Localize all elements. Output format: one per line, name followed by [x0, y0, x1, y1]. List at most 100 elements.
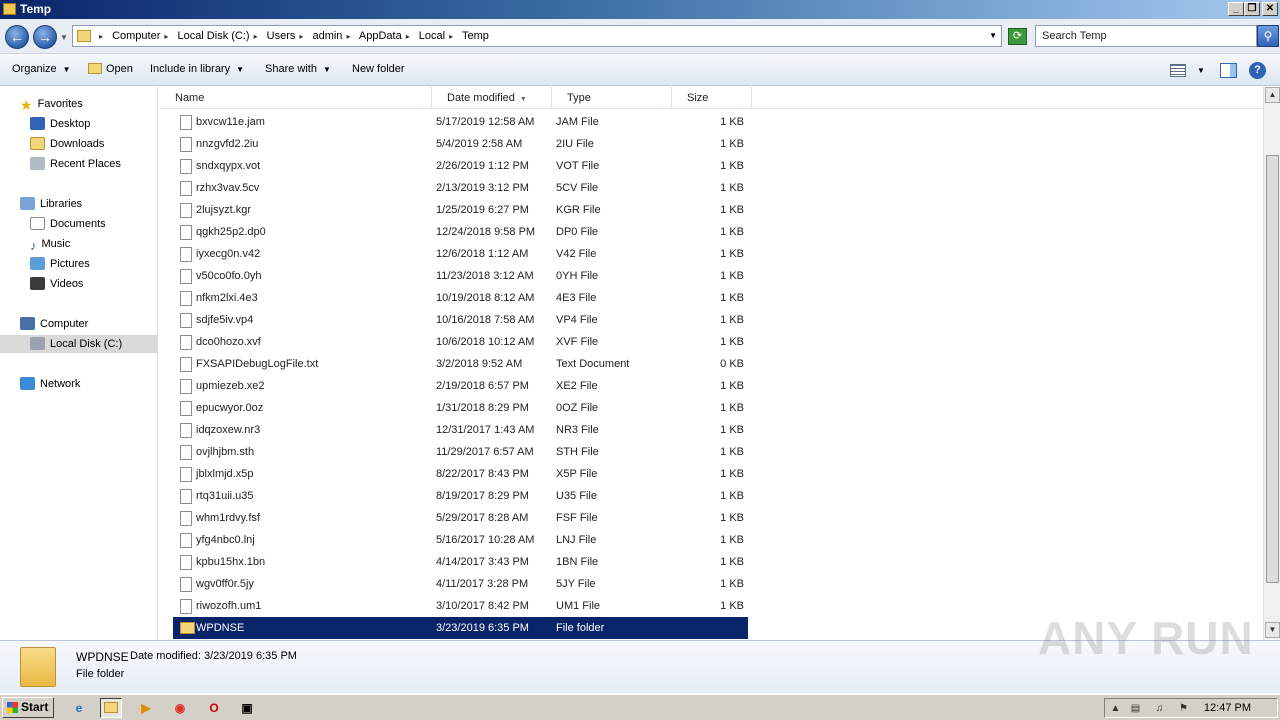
new-folder-button[interactable]: New folder — [352, 63, 405, 75]
breadcrumb-local-disk[interactable]: Local Disk (C:) — [177, 30, 249, 42]
column-label: Date modified — [447, 92, 515, 104]
file-row[interactable]: sdjfe5iv.vp4 10/16/2018 7:58 AM VP4 File 1 … — [173, 309, 748, 331]
program-icon[interactable]: ▣ — [236, 698, 258, 718]
breadcrumb-admin[interactable]: admin — [312, 30, 342, 42]
file-row[interactable]: sndxqypx.vot 2/26/2019 1:12 PM VOT File 1 K… — [173, 155, 748, 177]
breadcrumb-appdata[interactable]: AppData — [359, 30, 402, 42]
nav-computer[interactable]: Computer — [20, 315, 88, 333]
file-size: 1 KB — [720, 556, 744, 568]
file-row[interactable]: nnzgvfd2.2iu 5/4/2019 2:58 AM 2IU File 1 KB — [173, 133, 748, 155]
search-icon[interactable]: ⚲ — [1257, 25, 1279, 47]
action-center-flag-icon[interactable]: ⚑ — [1177, 702, 1190, 715]
chrome-icon[interactable]: ◉ — [169, 698, 191, 718]
breadcrumb-users[interactable]: Users — [267, 30, 296, 42]
breadcrumb-local[interactable]: Local — [419, 30, 445, 42]
include-in-library-button[interactable]: Include in library ▼ — [150, 63, 244, 75]
address-dropdown-icon[interactable]: ▼ — [989, 31, 997, 40]
scroll-down-icon[interactable]: ▼ — [1265, 622, 1280, 638]
nav-desktop[interactable]: Desktop — [30, 115, 90, 133]
refresh-icon[interactable]: ⟳ — [1008, 28, 1027, 45]
file-row[interactable]: v50co0fo.0yh 11/23/2018 3:12 AM 0YH File 1 … — [173, 265, 748, 287]
breadcrumb-temp[interactable]: Temp — [462, 30, 489, 42]
search-input[interactable]: Search Temp — [1035, 25, 1257, 47]
file-row[interactable]: FXSAPIDebugLogFile.txt 3/2/2018 9:52 AM Te… — [173, 353, 748, 375]
file-row[interactable]: ovjlhjbm.sth 11/29/2017 6:57 AM STH File 1 … — [173, 441, 748, 463]
change-view-icon[interactable] — [1170, 64, 1186, 77]
preview-pane-icon[interactable] — [1220, 63, 1237, 78]
file-row[interactable]: 2lujsyzt.kgr 1/25/2019 6:27 PM KGR File 1 K… — [173, 199, 748, 221]
share-with-label: Share with — [265, 63, 317, 75]
file-name: riwozofh.um1 — [196, 600, 262, 612]
nav-local-disk[interactable]: Local Disk (C:) — [0, 335, 157, 353]
file-row[interactable]: whm1rdvy.fsf 5/29/2017 8:28 AM FSF File 1 K… — [173, 507, 748, 529]
clock[interactable]: 12:47 PM — [1204, 702, 1251, 714]
minimize-button[interactable]: _ — [1228, 2, 1244, 16]
file-date-modified: 5/4/2019 2:58 AM — [436, 138, 523, 150]
scroll-thumb[interactable] — [1266, 155, 1279, 583]
column-header-name[interactable]: Name — [160, 87, 432, 109]
nav-music[interactable]: ♪ Music — [30, 235, 70, 253]
network-status-icon[interactable]: ▤ — [1129, 702, 1142, 715]
nav-pictures[interactable]: Pictures — [30, 255, 90, 273]
chevron-right-icon[interactable]: ▸ — [164, 32, 168, 41]
recent-pages-dropdown-icon[interactable]: ▼ — [60, 33, 68, 42]
open-button[interactable]: Open — [88, 63, 133, 75]
file-row[interactable]: kpbu15hx.1bn 4/14/2017 3:43 PM 1BN File 1 K… — [173, 551, 748, 573]
explorer-taskbar-button[interactable] — [100, 698, 122, 718]
file-type: 2IU File — [556, 138, 594, 150]
chevron-right-icon[interactable]: ▸ — [254, 32, 258, 41]
chevron-right-icon[interactable]: ▸ — [449, 32, 453, 41]
back-button[interactable]: ← — [5, 25, 29, 49]
file-row[interactable]: dco0hozo.xvf 10/6/2018 10:12 AM XVF File 1 … — [173, 331, 748, 353]
media-player-icon[interactable]: ▶ — [135, 698, 157, 718]
close-button[interactable]: ✕ — [1262, 2, 1278, 16]
share-with-button[interactable]: Share with ▼ — [265, 63, 331, 75]
file-row[interactable]: idqzoxew.nr3 12/31/2017 1:43 AM NR3 File 1 … — [173, 419, 748, 441]
file-row[interactable]: rzhx3vav.5cv 2/13/2019 3:12 PM 5CV File 1 K… — [173, 177, 748, 199]
file-row[interactable]: epucwyor.0oz 1/31/2018 8:29 PM 0OZ File 1 K… — [173, 397, 748, 419]
file-row[interactable]: rtq31uii.u35 8/19/2017 8:29 PM U35 File 1 K… — [173, 485, 748, 507]
show-hidden-icons-icon[interactable]: ▲ — [1109, 702, 1122, 715]
breadcrumb-computer[interactable]: Computer — [112, 30, 160, 42]
file-name: jblxlmjd.x5p — [196, 468, 254, 480]
nav-recent-places[interactable]: Recent Places — [30, 155, 121, 173]
organize-button[interactable]: Organize ▼ — [12, 63, 71, 75]
help-icon[interactable]: ? — [1249, 62, 1266, 79]
chevron-right-icon[interactable]: ▸ — [346, 32, 350, 41]
include-in-library-label: Include in library — [150, 63, 231, 75]
file-row[interactable]: wgv0ff0r.5jy 4/11/2017 3:28 PM 5JY File 1 K… — [173, 573, 748, 595]
file-icon — [180, 599, 192, 614]
nav-documents[interactable]: Documents — [30, 215, 106, 233]
scroll-up-icon[interactable]: ▲ — [1265, 87, 1280, 103]
vertical-scrollbar[interactable]: ▲ ▼ — [1263, 87, 1280, 639]
file-icon — [180, 357, 192, 372]
file-row[interactable]: riwozofh.um1 3/10/2017 8:42 PM UM1 File 1 K… — [173, 595, 748, 617]
forward-button[interactable]: → — [33, 25, 57, 49]
nav-videos[interactable]: Videos — [30, 275, 83, 293]
file-row[interactable]: upmiezeb.xe2 2/19/2018 6:57 PM XE2 File 1 K… — [173, 375, 748, 397]
folder-row[interactable]: WPDNSE 3/23/2019 6:35 PM File folder — [173, 617, 748, 639]
chevron-right-icon[interactable]: ▸ — [406, 32, 410, 41]
nav-downloads[interactable]: Downloads — [30, 135, 104, 153]
internet-explorer-icon[interactable]: e — [68, 698, 90, 718]
file-row[interactable]: bxvcw11e.jam 5/17/2019 12:58 AM JAM File 1 … — [173, 111, 748, 133]
view-dropdown-icon[interactable]: ▼ — [1197, 66, 1205, 75]
file-row[interactable]: jblxlmjd.x5p 8/22/2017 8:43 PM X5P File 1 K… — [173, 463, 748, 485]
column-header-type[interactable]: Type — [552, 87, 672, 109]
file-row[interactable]: nfkm2lxi.4e3 10/19/2018 8:12 AM 4E3 File 1 … — [173, 287, 748, 309]
address-bar[interactable]: ▸ Computer ▸ Local Disk (C:) ▸ Users ▸ admi… — [72, 25, 1002, 47]
file-row[interactable]: iyxecg0n.v42 12/6/2018 1:12 AM V42 File 1 K… — [173, 243, 748, 265]
column-header-size[interactable]: Size — [672, 87, 752, 109]
chevron-right-icon[interactable]: ▸ — [299, 32, 303, 41]
chevron-right-icon[interactable]: ▸ — [99, 32, 103, 41]
file-row[interactable]: yfg4nbc0.lnj 5/16/2017 10:28 AM LNJ File 1 … — [173, 529, 748, 551]
volume-icon[interactable]: ♫ — [1153, 702, 1166, 715]
maximize-button[interactable]: ❐ — [1244, 2, 1260, 16]
start-button[interactable]: Start — [2, 697, 54, 718]
opera-icon[interactable]: O — [203, 698, 225, 718]
column-header-date-modified[interactable]: Date modified ▼ — [432, 87, 552, 109]
nav-network[interactable]: Network — [20, 375, 80, 393]
nav-libraries[interactable]: Libraries — [20, 195, 82, 213]
nav-favorites[interactable]: ★ Favorites — [20, 95, 83, 113]
file-row[interactable]: qgkh25p2.dp0 12/24/2018 9:58 PM DP0 File 1 … — [173, 221, 748, 243]
